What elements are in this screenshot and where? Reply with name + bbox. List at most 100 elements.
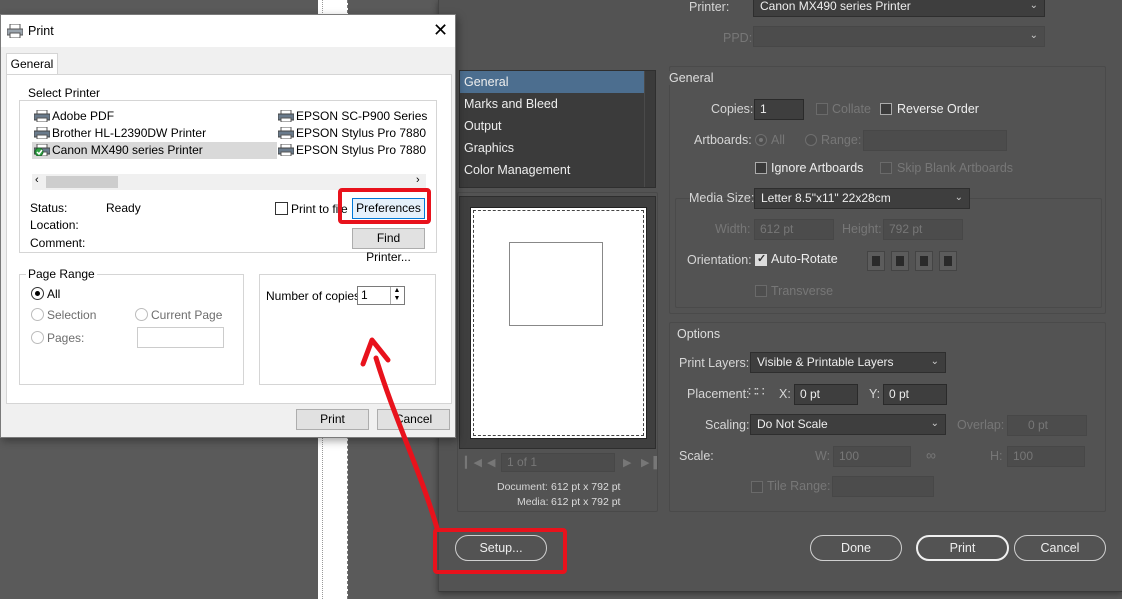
x-label: X: bbox=[779, 387, 791, 401]
annotation-preferences-highlight bbox=[338, 188, 431, 224]
height-label: Height: bbox=[842, 222, 882, 236]
printer-name: Brother HL-L2390DW Printer bbox=[52, 126, 207, 140]
scale-w-input[interactable]: 100 bbox=[833, 446, 911, 467]
artboards-all-label: All bbox=[771, 133, 785, 147]
tab-general[interactable]: General bbox=[6, 53, 58, 75]
illustrator-print-dialog: Printer: Canon MX490 series Printer ⌄ PP… bbox=[438, 0, 1122, 592]
copies-spinner[interactable]: ▲ ▼ bbox=[390, 287, 403, 304]
height-input[interactable]: 792 pt bbox=[883, 219, 963, 240]
annotation-setup-highlight bbox=[433, 528, 567, 574]
print-to-file-checkbox[interactable] bbox=[275, 202, 288, 215]
landscape-flipped-icon[interactable] bbox=[939, 251, 957, 271]
print-layers-select[interactable]: Visible & Printable Layers ⌄ bbox=[750, 352, 946, 373]
auto-rotate-checkbox[interactable] bbox=[755, 252, 767, 266]
printer-select[interactable]: Canon MX490 series Printer ⌄ bbox=[753, 0, 1045, 17]
x-input[interactable]: 0 pt bbox=[794, 384, 858, 405]
tile-range-input[interactable] bbox=[832, 476, 934, 497]
printer-label: Printer: bbox=[689, 0, 730, 14]
cancel-button[interactable]: Cancel bbox=[377, 409, 450, 430]
preview-frame bbox=[457, 192, 658, 512]
category-graphics[interactable]: Graphics bbox=[460, 137, 655, 159]
landscape-icon[interactable] bbox=[891, 251, 909, 271]
width-input[interactable]: 612 pt bbox=[754, 219, 834, 240]
scaling-label: Scaling: bbox=[705, 418, 750, 432]
printer-default-icon bbox=[34, 144, 50, 156]
category-color-management[interactable]: Color Management bbox=[460, 159, 655, 181]
dialog-title: Print bbox=[28, 24, 54, 38]
printer-item-epson-7880-c[interactable]: EPSON Stylus Pro 7880 (C bbox=[276, 142, 428, 159]
chevron-down-icon: ⌄ bbox=[930, 418, 939, 429]
transverse-checkbox[interactable] bbox=[755, 285, 767, 297]
skip-blank-label: Skip Blank Artboards bbox=[897, 161, 1014, 175]
tile-range-label: Tile Range: bbox=[767, 479, 831, 493]
y-input[interactable]: 0 pt bbox=[883, 384, 947, 405]
overlap-input[interactable]: 0 pt bbox=[1007, 415, 1087, 436]
portrait-flipped-icon[interactable] bbox=[915, 251, 933, 271]
printer-icon bbox=[34, 110, 50, 122]
all-radio[interactable] bbox=[31, 287, 44, 300]
copies-value: 1 bbox=[361, 288, 368, 302]
copies-label: Copies: bbox=[711, 102, 754, 116]
print-button[interactable]: Print bbox=[916, 535, 1009, 561]
select-printer-label: Select Printer bbox=[26, 86, 103, 100]
copies-input[interactable]: 1 bbox=[754, 99, 804, 120]
scrollbar-thumb[interactable] bbox=[46, 176, 118, 188]
overlap-label: Overlap: bbox=[957, 418, 1005, 432]
category-general[interactable]: General bbox=[460, 71, 655, 93]
tile-range-checkbox[interactable] bbox=[751, 481, 763, 493]
printer-item-adobe-pdf[interactable]: Adobe PDF bbox=[32, 108, 272, 125]
collate-label: Collate bbox=[832, 102, 871, 116]
artboards-range-input[interactable] bbox=[863, 130, 1007, 151]
width-label: Width: bbox=[715, 222, 751, 236]
find-printer-button[interactable]: Find Printer... bbox=[352, 228, 425, 264]
pages-label: Pages: bbox=[47, 331, 85, 345]
current-page-radio[interactable] bbox=[135, 308, 148, 321]
printer-name: EPSON Stylus Pro 7880 bbox=[296, 126, 427, 140]
artboards-range-radio[interactable] bbox=[805, 134, 817, 146]
printer-icon bbox=[278, 110, 294, 122]
category-output[interactable]: Output bbox=[460, 115, 655, 137]
status-label: Status: bbox=[30, 201, 68, 215]
chevron-down-icon: ⌄ bbox=[1029, 0, 1038, 11]
status-value: Ready bbox=[106, 201, 141, 215]
media-size-label: Media Size: bbox=[689, 191, 755, 205]
portrait-icon[interactable] bbox=[867, 251, 885, 271]
pages-input[interactable] bbox=[137, 327, 224, 348]
close-icon[interactable]: ✕ bbox=[433, 20, 448, 41]
printer-icon bbox=[34, 127, 50, 139]
windows-print-dialog: Print ✕ General Select Printer Adobe PDF… bbox=[0, 14, 456, 438]
ppd-label: PPD: bbox=[723, 31, 753, 45]
printer-item-canon[interactable]: Canon MX490 series Printer bbox=[32, 142, 277, 159]
scale-h-input[interactable]: 100 bbox=[1007, 446, 1085, 467]
scaling-select[interactable]: Do Not Scale ⌄ bbox=[750, 414, 946, 435]
scale-h-label: H: bbox=[990, 449, 1003, 463]
link-icon[interactable]: ∞ bbox=[926, 447, 936, 463]
cancel-button[interactable]: Cancel bbox=[1014, 535, 1106, 561]
category-scrollbar[interactable] bbox=[644, 71, 655, 187]
ignore-artboards-checkbox[interactable] bbox=[755, 162, 767, 174]
copies-input[interactable]: 1 ▲ ▼ bbox=[357, 286, 405, 305]
printer-item-epson-7880[interactable]: EPSON Stylus Pro 7880 bbox=[276, 125, 428, 142]
scale-label: Scale: bbox=[679, 449, 714, 463]
printer-select-value: Canon MX490 series Printer bbox=[760, 0, 911, 13]
scroll-left-icon[interactable]: ‹ bbox=[35, 174, 39, 186]
printer-item-epson-p900[interactable]: EPSON SC-P900 Series bbox=[276, 108, 428, 125]
scroll-right-icon[interactable]: › bbox=[416, 174, 420, 186]
category-marks-and-bleed[interactable]: Marks and Bleed bbox=[460, 93, 655, 115]
done-button[interactable]: Done bbox=[810, 535, 902, 561]
reverse-order-checkbox[interactable] bbox=[880, 103, 892, 115]
collate-checkbox[interactable] bbox=[816, 103, 828, 115]
ppd-select[interactable]: ⌄ bbox=[753, 26, 1045, 47]
pages-radio[interactable] bbox=[31, 331, 44, 344]
placement-label: Placement: bbox=[687, 387, 750, 401]
selection-radio[interactable] bbox=[31, 308, 44, 321]
placement-grid-icon[interactable]: ∷∷ bbox=[748, 383, 765, 400]
skip-blank-checkbox[interactable] bbox=[880, 162, 892, 174]
scale-w-label: W: bbox=[815, 449, 831, 463]
media-size-select[interactable]: Letter 8.5"x11" 22x28cm ⌄ bbox=[754, 188, 970, 209]
printer-item-brother[interactable]: Brother HL-L2390DW Printer bbox=[32, 125, 272, 142]
print-button[interactable]: Print bbox=[296, 409, 369, 430]
options-section-title: Options bbox=[677, 327, 725, 341]
current-page-label: Current Page bbox=[151, 308, 223, 322]
artboards-all-radio[interactable] bbox=[755, 134, 767, 146]
